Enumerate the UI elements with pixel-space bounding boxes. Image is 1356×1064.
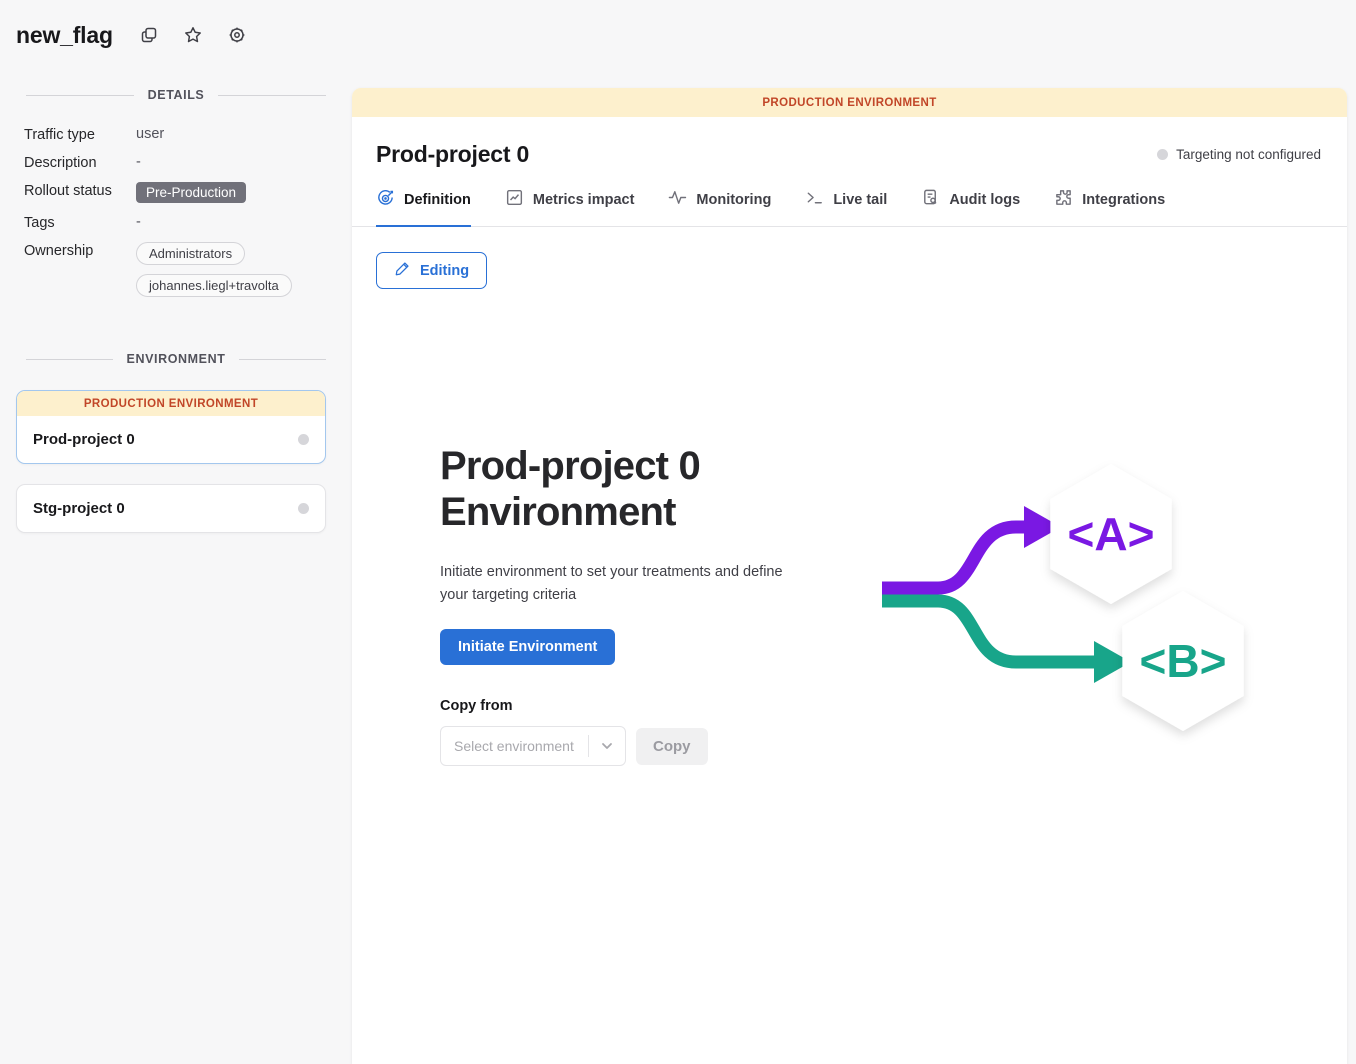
audit-log-icon bbox=[921, 188, 940, 211]
star-icon[interactable] bbox=[181, 23, 205, 47]
detail-label-tags: Tags bbox=[24, 214, 136, 231]
pencil-icon bbox=[394, 260, 411, 281]
puzzle-icon bbox=[1054, 188, 1073, 211]
status-dot bbox=[1157, 149, 1168, 160]
treatment-a-label: <A> bbox=[1068, 508, 1155, 560]
production-environment-banner: PRODUCTION ENVIRONMENT bbox=[352, 88, 1347, 117]
environment-select[interactable]: Select environment bbox=[440, 726, 626, 766]
detail-value-tags: - bbox=[136, 214, 352, 230]
editing-button[interactable]: Editing bbox=[376, 252, 487, 289]
pulse-icon bbox=[668, 188, 687, 211]
empty-state-description: Initiate environment to set your treatme… bbox=[440, 561, 812, 606]
environment-name: Prod-project 0 bbox=[33, 431, 135, 448]
chevron-down-icon bbox=[589, 739, 625, 753]
detail-label-rollout-status: Rollout status bbox=[24, 182, 136, 199]
copy-from-label: Copy from bbox=[440, 698, 840, 714]
detail-label-traffic-type: Traffic type bbox=[24, 126, 136, 143]
status-dot bbox=[298, 434, 309, 445]
sidebar: DETAILS Traffic type user Description - … bbox=[0, 88, 352, 553]
production-environment-banner: PRODUCTION ENVIRONMENT bbox=[17, 391, 325, 416]
targeting-status: Targeting not configured bbox=[1157, 147, 1321, 162]
line-chart-icon bbox=[505, 188, 524, 211]
environment-title: Prod-project 0 bbox=[376, 141, 529, 168]
page-header: new_flag bbox=[0, 0, 1356, 70]
status-dot bbox=[298, 503, 309, 514]
select-placeholder: Select environment bbox=[441, 738, 588, 754]
ownership-pills: Administrators johannes.liegl+travolta bbox=[136, 242, 352, 306]
copy-button[interactable]: Copy bbox=[636, 728, 708, 765]
environment-panel: PRODUCTION ENVIRONMENT Prod-project 0 Ta… bbox=[352, 88, 1347, 1064]
detail-value-description: - bbox=[136, 154, 352, 170]
owner-pill[interactable]: Administrators bbox=[136, 242, 245, 265]
tab-definition[interactable]: Definition bbox=[376, 188, 471, 227]
owner-pill[interactable]: johannes.liegl+travolta bbox=[136, 274, 292, 297]
empty-state-heading: Prod-project 0 Environment bbox=[440, 444, 810, 535]
header-actions bbox=[137, 23, 249, 47]
details-section: DETAILS Traffic type user Description - … bbox=[0, 88, 352, 306]
targeting-status-label: Targeting not configured bbox=[1176, 147, 1321, 162]
details-heading: DETAILS bbox=[26, 88, 326, 102]
tab-audit-logs[interactable]: Audit logs bbox=[921, 188, 1020, 227]
detail-label-description: Description bbox=[24, 154, 136, 171]
flag-title: new_flag bbox=[16, 22, 113, 49]
detail-value-traffic-type: user bbox=[136, 126, 352, 142]
target-icon bbox=[376, 188, 395, 211]
tab-monitoring[interactable]: Monitoring bbox=[668, 188, 771, 227]
terminal-icon bbox=[805, 188, 824, 211]
tab-bar: Definition Metrics impact Monitoring Liv… bbox=[352, 188, 1347, 227]
environment-heading: ENVIRONMENT bbox=[26, 352, 326, 366]
rollout-status-badge: Pre-Production bbox=[136, 182, 246, 203]
environment-name: Stg-project 0 bbox=[33, 500, 125, 517]
ab-split-illustration: <A> <B> bbox=[880, 449, 1275, 766]
environment-empty-state: Prod-project 0 Environment Initiate envi… bbox=[376, 444, 1323, 766]
environment-section: ENVIRONMENT PRODUCTION ENVIRONMENT Prod-… bbox=[0, 352, 352, 533]
copy-icon[interactable] bbox=[137, 23, 161, 47]
detail-label-ownership: Ownership bbox=[24, 242, 136, 259]
treatment-b-label: <B> bbox=[1140, 635, 1227, 687]
tab-integrations[interactable]: Integrations bbox=[1054, 188, 1165, 227]
gear-icon[interactable] bbox=[225, 23, 249, 47]
initiate-environment-button[interactable]: Initiate Environment bbox=[440, 629, 615, 665]
environment-card-staging[interactable]: Stg-project 0 bbox=[16, 484, 326, 533]
environment-card-prod[interactable]: PRODUCTION ENVIRONMENT Prod-project 0 bbox=[16, 390, 326, 464]
tab-live-tail[interactable]: Live tail bbox=[805, 188, 887, 227]
tab-metrics-impact[interactable]: Metrics impact bbox=[505, 188, 635, 227]
